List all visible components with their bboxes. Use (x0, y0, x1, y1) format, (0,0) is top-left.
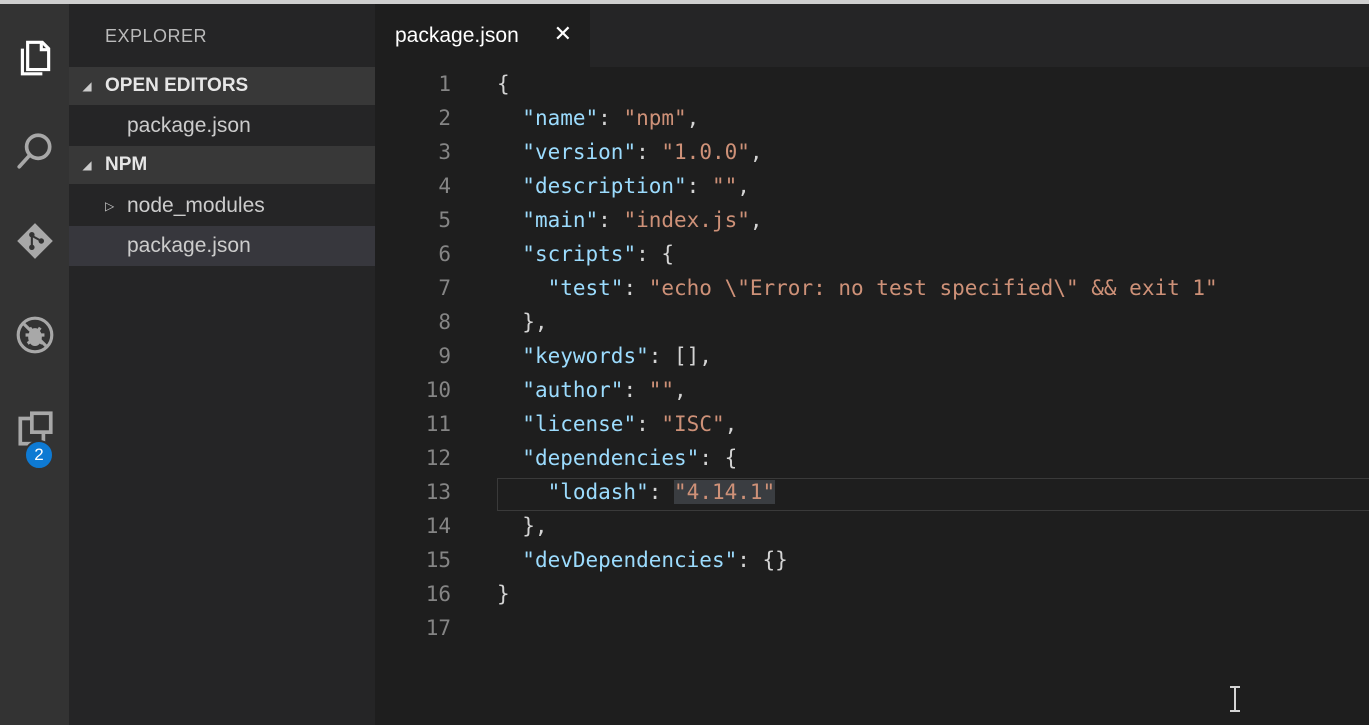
line-number: 6 (438, 242, 451, 266)
extensions-badge: 2 (24, 440, 54, 470)
line-number: 17 (425, 616, 451, 640)
activity-debug[interactable] (0, 300, 69, 370)
collapse-triangle-icon: ◢ (82, 158, 92, 172)
line-number: 7 (438, 276, 451, 300)
open-editor-item-label: package.json (127, 114, 251, 137)
activity-git[interactable] (0, 206, 69, 276)
explorer-sidebar: EXPLORER ◢ OPEN EDITORS package.json ◢ N… (69, 4, 375, 725)
code-text: "devDependencies": {} (522, 548, 788, 572)
line-number: 12 (425, 446, 451, 470)
code-line[interactable]: 1{ (375, 67, 1369, 101)
line-number: 14 (425, 514, 451, 538)
line-number: 10 (425, 378, 451, 402)
tab-label: package.json (395, 23, 519, 47)
line-number: 16 (425, 582, 451, 606)
line-number: 5 (438, 208, 451, 232)
activity-bar: 2 (0, 4, 69, 725)
code-line[interactable]: 8 }, (375, 305, 1369, 339)
code-text: "description": "", (522, 174, 750, 198)
line-number: 2 (438, 106, 451, 130)
code-line[interactable]: 13 "lodash": "4.14.1" (375, 475, 1369, 509)
code-line[interactable]: 9 "keywords": [], (375, 339, 1369, 373)
close-icon[interactable]: ✕ (554, 22, 572, 47)
code-line[interactable]: 17 (375, 611, 1369, 645)
line-number: 8 (438, 310, 451, 334)
line-number: 13 (425, 480, 451, 504)
code-text: "test": "echo \"Error: no test specified… (547, 276, 1218, 300)
code-text: }, (497, 514, 548, 538)
line-number: 4 (438, 174, 451, 198)
expand-chevron-icon: ▷ (105, 199, 115, 213)
code-text: "dependencies": { (522, 446, 738, 470)
open-editors-section[interactable]: ◢ OPEN EDITORS (69, 67, 375, 105)
code-line[interactable]: 4 "description": "", (375, 169, 1369, 203)
project-label: NPM (105, 154, 148, 175)
code-text: "name": "npm", (522, 106, 700, 130)
activity-search[interactable] (0, 116, 69, 186)
line-number: 1 (438, 72, 451, 96)
files-icon (20, 40, 50, 76)
line-number: 15 (425, 548, 451, 572)
code-line[interactable]: 2 "name": "npm", (375, 101, 1369, 135)
text-cursor-icon (1230, 686, 1240, 712)
line-number: 3 (438, 140, 451, 164)
activity-explorer[interactable] (0, 22, 69, 92)
activity-extensions[interactable]: 2 (0, 394, 69, 470)
code-line[interactable]: 12 "dependencies": { (375, 441, 1369, 475)
code-text: { (497, 72, 510, 96)
code-editor[interactable]: 1{2 "name": "npm", 3 "version": "1.0.0", 4… (375, 67, 1369, 725)
code-line[interactable]: 14 }, (375, 509, 1369, 543)
tree-item-label: node_modules (127, 194, 265, 217)
tab-package-json[interactable]: package.json ✕ (375, 4, 590, 67)
open-editor-item[interactable]: package.json (69, 106, 375, 146)
tree-item-package-json[interactable]: package.json (69, 226, 375, 266)
code-text: "author": "", (522, 378, 687, 402)
code-line[interactable]: 6 "scripts": { (375, 237, 1369, 271)
git-icon (16, 223, 53, 259)
tree-item-label: package.json (127, 234, 251, 257)
code-line[interactable]: 15 "devDependencies": {} (375, 543, 1369, 577)
tree-item-node-modules[interactable]: ▷ node_modules (69, 186, 375, 226)
code-text: "lodash": "4.14.1" (547, 480, 776, 504)
code-text: "keywords": [], (522, 344, 712, 368)
code-line[interactable]: 10 "author": "", (375, 373, 1369, 407)
debug-icon (16, 316, 53, 354)
open-editors-label: OPEN EDITORS (105, 75, 249, 96)
editor-tab-bar: package.json ✕ (375, 4, 1369, 67)
code-line[interactable]: 16} (375, 577, 1369, 611)
code-text: "license": "ISC", (522, 412, 738, 436)
code-text: }, (497, 310, 548, 334)
collapse-triangle-icon: ◢ (82, 79, 92, 93)
code-line[interactable]: 5 "main": "index.js", (375, 203, 1369, 237)
code-line[interactable]: 7 "test": "echo \"Error: no test specifi… (375, 271, 1369, 305)
code-line[interactable]: 3 "version": "1.0.0", (375, 135, 1369, 169)
sidebar-title: EXPLORER (105, 26, 208, 46)
line-number: 11 (425, 412, 451, 436)
search-icon (16, 133, 52, 169)
project-section[interactable]: ◢ NPM (69, 146, 375, 184)
code-text: "main": "index.js", (522, 208, 763, 232)
line-number: 9 (438, 344, 451, 368)
code-text: "version": "1.0.0", (522, 140, 763, 164)
code-text: } (497, 582, 510, 606)
code-text: "scripts": { (522, 242, 675, 266)
code-line[interactable]: 11 "license": "ISC", (375, 407, 1369, 441)
